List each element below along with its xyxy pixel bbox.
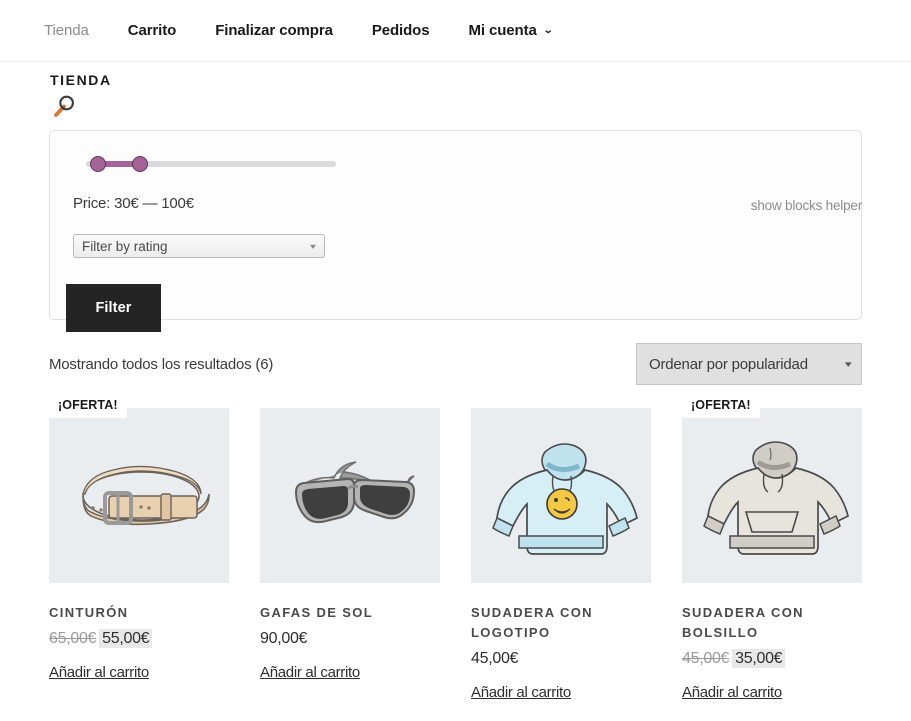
sort-order-value: Ordenar por popularidad: [649, 355, 808, 373]
chevron-down-icon: ⌄: [542, 25, 554, 36]
product-old-price: 65,00€: [49, 630, 97, 647]
product-price: 90,00€: [260, 630, 440, 648]
product-grid: ¡OFERTA! CINTURÓN 65,00€ 55,00€ Añadir a…: [49, 394, 862, 702]
product-card[interactable]: SUDADERA CON LOGOTIPO 45,00€ Añadir al c…: [471, 408, 651, 702]
sort-order-select[interactable]: Ordenar por popularidad ▾: [636, 343, 862, 385]
sale-badge: ¡OFERTA!: [682, 394, 760, 418]
nav-item-pedidos[interactable]: Pedidos: [372, 22, 430, 39]
chevron-down-icon: ▾: [309, 241, 317, 251]
nav-item-label: Carrito: [127, 22, 177, 39]
product-old-price: 45,00€: [682, 650, 730, 667]
add-to-cart-button[interactable]: Añadir al carrito: [260, 664, 360, 681]
nav-item-mi-cuenta[interactable]: Mi cuenta ⌄: [468, 22, 554, 39]
blue-hoodie-image[interactable]: [471, 408, 651, 583]
results-bar: Mostrando todos los resultados (6) Orden…: [49, 342, 862, 386]
product-sale-price: 55,00€: [99, 629, 153, 648]
chevron-down-icon: ▾: [844, 358, 852, 369]
nav-item-label: Tienda: [44, 22, 89, 39]
product-price: 65,00€ 55,00€: [49, 629, 229, 648]
add-to-cart-button[interactable]: Añadir al carrito: [682, 684, 782, 701]
product-title[interactable]: GAFAS DE SOL: [260, 603, 440, 623]
product-card[interactable]: GAFAS DE SOL 90,00€ Añadir al carrito: [260, 408, 440, 702]
page-title: TIENDA: [50, 72, 112, 88]
show-blocks-helper-label[interactable]: show blocks helper: [751, 198, 862, 213]
product-sale-price: 45,00€: [471, 650, 519, 667]
product-card[interactable]: ¡OFERTA! CINTURÓN 65,00€ 55,00€ Añadir a…: [49, 394, 229, 702]
slider-handle-min[interactable]: [90, 156, 106, 172]
product-price: 45,00€: [471, 650, 651, 668]
add-to-cart-button[interactable]: Añadir al carrito: [49, 664, 149, 681]
price-range-label: Price: 30€ — 100€: [73, 195, 194, 212]
main-navigation: Tienda Carrito Finalizar compra Pedidos …: [0, 0, 911, 62]
belt-image[interactable]: [49, 408, 229, 583]
filter-widget-panel: Price: 30€ — 100€ Filter by rating ▾ Fil…: [49, 130, 862, 332]
magnifier-icon[interactable]: [49, 92, 862, 125]
nav-item-carrito[interactable]: Carrito: [127, 22, 177, 39]
search-row: [49, 92, 862, 122]
price-range-slider[interactable]: [86, 156, 336, 172]
product-sale-price: 90,00€: [260, 630, 308, 647]
results-count: Mostrando todos los resultados (6): [49, 355, 274, 373]
product-card[interactable]: ¡OFERTA! SUDADERA CON BOLSILLO 45,00€ 35…: [682, 394, 862, 702]
nav-item-label: Pedidos: [371, 22, 430, 39]
add-to-cart-button[interactable]: Añadir al carrito: [471, 684, 571, 701]
filter-by-rating-value: Filter by rating: [82, 238, 168, 254]
sale-badge: ¡OFERTA!: [49, 394, 127, 418]
product-price: 45,00€ 35,00€: [682, 649, 862, 668]
product-sale-price: 35,00€: [732, 649, 786, 668]
product-title[interactable]: SUDADERA CON LOGOTIPO: [471, 603, 651, 643]
nav-item-label: Finalizar compra: [215, 22, 333, 39]
nav-item-label: Mi cuenta: [468, 22, 537, 39]
sunglasses-image[interactable]: [260, 408, 440, 583]
gray-hoodie-image[interactable]: [682, 408, 862, 583]
filter-button[interactable]: Filter: [66, 284, 161, 332]
product-title[interactable]: CINTURÓN: [49, 603, 229, 623]
nav-item-finalizar-compra[interactable]: Finalizar compra: [215, 22, 333, 39]
product-title[interactable]: SUDADERA CON BOLSILLO: [682, 603, 862, 643]
slider-handle-max[interactable]: [132, 156, 148, 172]
filter-by-rating-select[interactable]: Filter by rating ▾: [73, 234, 325, 258]
nav-item-tienda[interactable]: Tienda: [44, 22, 89, 39]
